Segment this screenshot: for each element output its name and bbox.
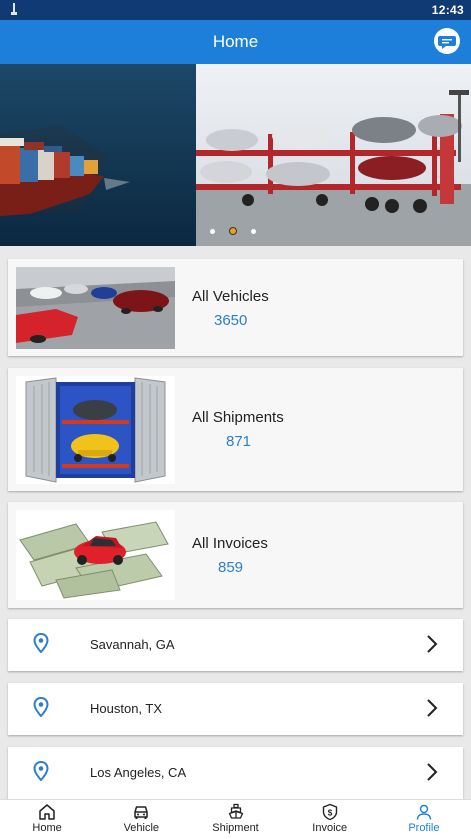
invoice-icon: $ [322, 803, 337, 821]
location-row[interactable]: Los Angeles, CA [8, 747, 463, 799]
chevron-right-icon [427, 635, 438, 653]
status-bar: 12:43 [0, 0, 471, 20]
ship-icon [228, 803, 243, 819]
card-count: 859 [218, 559, 244, 576]
chat-icon [438, 36, 456, 49]
card-all-vehicles[interactable]: All Vehicles 3650 [8, 259, 463, 356]
card-all-invoices[interactable]: All Invoices 859 [8, 502, 463, 608]
slide-car-carrier-image [196, 64, 471, 246]
nav-home[interactable]: Home [0, 800, 94, 839]
location-row[interactable]: Houston, TX [8, 683, 463, 735]
carousel-dot-1[interactable] [210, 228, 215, 234]
location-name: Houston, TX [90, 701, 163, 716]
invoices-thumbnail-image [16, 510, 175, 600]
car-icon [134, 806, 149, 819]
profile-icon [416, 804, 432, 820]
nav-label: Profile [408, 822, 440, 834]
vehicles-thumbnail-image [16, 267, 175, 349]
location-name: Savannah, GA [90, 637, 175, 652]
usb-debug-icon [11, 3, 17, 15]
carousel-indicator [210, 228, 256, 234]
app-bar: Home [0, 20, 471, 64]
chevron-right-icon [427, 763, 438, 781]
card-label: All Invoices [192, 535, 268, 552]
page-title: Home [212, 32, 259, 51]
card-label: All Shipments [192, 409, 284, 426]
chat-button[interactable] [434, 28, 460, 54]
chevron-right-icon [427, 699, 438, 717]
status-time: 12:43 [431, 3, 464, 17]
card-count: 3650 [214, 312, 248, 329]
location-row[interactable]: Savannah, GA [8, 619, 463, 671]
shipments-thumbnail-image [16, 376, 175, 484]
bottom-navigation: Home Vehicle Shipment $ Invoice Profile [0, 799, 471, 839]
location-name: Los Angeles, CA [90, 765, 187, 780]
nav-vehicle[interactable]: Vehicle [94, 800, 188, 839]
nav-label: Vehicle [123, 822, 160, 834]
nav-invoice[interactable]: $ Invoice [283, 800, 377, 839]
card-label: All Vehicles [192, 288, 269, 305]
svg-text:$: $ [327, 808, 332, 817]
carousel-dot-3[interactable] [251, 228, 256, 234]
nav-label: Home [32, 822, 62, 834]
nav-label: Shipment [212, 822, 259, 834]
location-pin-icon [33, 633, 49, 653]
carousel-dot-2[interactable] [230, 228, 236, 234]
slide-cargo-ship-image [0, 64, 196, 246]
nav-profile[interactable]: Profile [377, 800, 471, 839]
nav-label: Invoice [312, 822, 348, 834]
card-all-shipments[interactable]: All Shipments 871 [8, 368, 463, 491]
location-pin-icon [33, 761, 49, 781]
location-pin-icon [33, 697, 49, 717]
nav-shipment[interactable]: Shipment [188, 800, 282, 839]
home-icon [39, 804, 55, 820]
card-count: 871 [226, 433, 252, 450]
image-carousel[interactable] [0, 64, 471, 246]
